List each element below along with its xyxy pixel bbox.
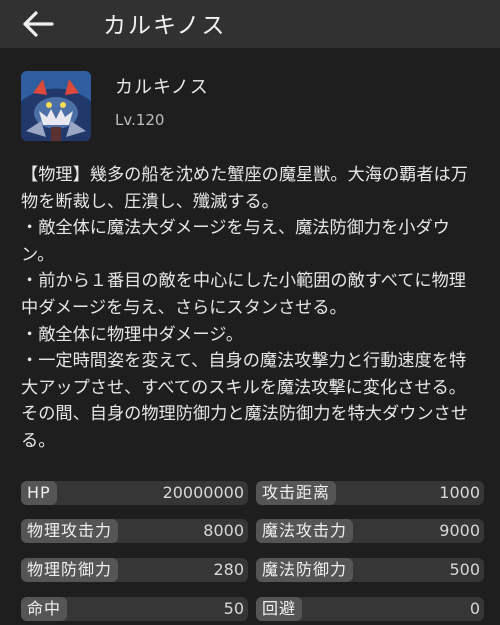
back-arrow-icon[interactable] bbox=[22, 10, 54, 38]
stat-physical-attack: 物理攻击力 8000 bbox=[21, 519, 248, 543]
stat-value: 9000 bbox=[439, 521, 480, 540]
stat-value: 8000 bbox=[203, 521, 244, 540]
top-bar: カルキノス bbox=[0, 0, 500, 48]
stat-value: 280 bbox=[213, 560, 244, 579]
stat-value: 1000 bbox=[439, 483, 480, 502]
stat-label: 物理攻击力 bbox=[21, 519, 119, 543]
stat-label: 魔法攻击力 bbox=[256, 519, 354, 543]
stat-value: 20000000 bbox=[162, 483, 244, 502]
stat-evasion: 回避 0 bbox=[256, 597, 484, 621]
unit-portrait-icon bbox=[21, 71, 91, 141]
stat-attack-range: 攻击距离 1000 bbox=[256, 481, 484, 505]
description-line: ・敵全体に魔法大ダメージを与え、魔法防御力を小ダウン。 bbox=[21, 218, 450, 265]
description-line: ・一定時間姿を変えて、自身の魔法攻撃力と行動速度を特大アップさせ、すべてのスキル… bbox=[21, 351, 468, 451]
description-line: ・敵全体に物理中ダメージ。 bbox=[21, 324, 244, 345]
stat-value: 500 bbox=[449, 560, 480, 579]
description-line: ・前から１番目の敵を中心にした小範囲の敵すべてに物理中ダメージを与え、さらにスタ… bbox=[21, 271, 466, 318]
stat-label: 命中 bbox=[21, 597, 68, 621]
stat-magic-defense: 魔法防御力 500 bbox=[256, 558, 484, 582]
stat-label: 攻击距离 bbox=[256, 481, 337, 505]
unit-name: カルキノス bbox=[115, 77, 209, 98]
stat-magic-attack: 魔法攻击力 9000 bbox=[256, 519, 484, 543]
stat-hp: HP 20000000 bbox=[21, 481, 248, 505]
stat-label: 魔法防御力 bbox=[256, 558, 354, 582]
description-line: 【物理】幾多の船を沈めた蟹座の魔星獣。大海の覇者は万物を断裁し、圧潰し、殲滅する… bbox=[21, 165, 468, 212]
stat-label: HP bbox=[21, 481, 57, 505]
stat-value: 50 bbox=[223, 599, 244, 618]
skill-description: 【物理】幾多の船を沈めた蟹座の魔星獣。大海の覇者は万物を断裁し、圧潰し、殲滅する… bbox=[21, 162, 483, 455]
page-title: カルキノス bbox=[103, 13, 227, 39]
unit-level: Lv.120 bbox=[115, 111, 165, 129]
stat-label: 回避 bbox=[256, 597, 303, 621]
stat-accuracy: 命中 50 bbox=[21, 597, 248, 621]
stat-value: 0 bbox=[469, 599, 480, 618]
stat-physical-defense: 物理防御力 280 bbox=[21, 558, 248, 582]
stat-label: 物理防御力 bbox=[21, 558, 119, 582]
